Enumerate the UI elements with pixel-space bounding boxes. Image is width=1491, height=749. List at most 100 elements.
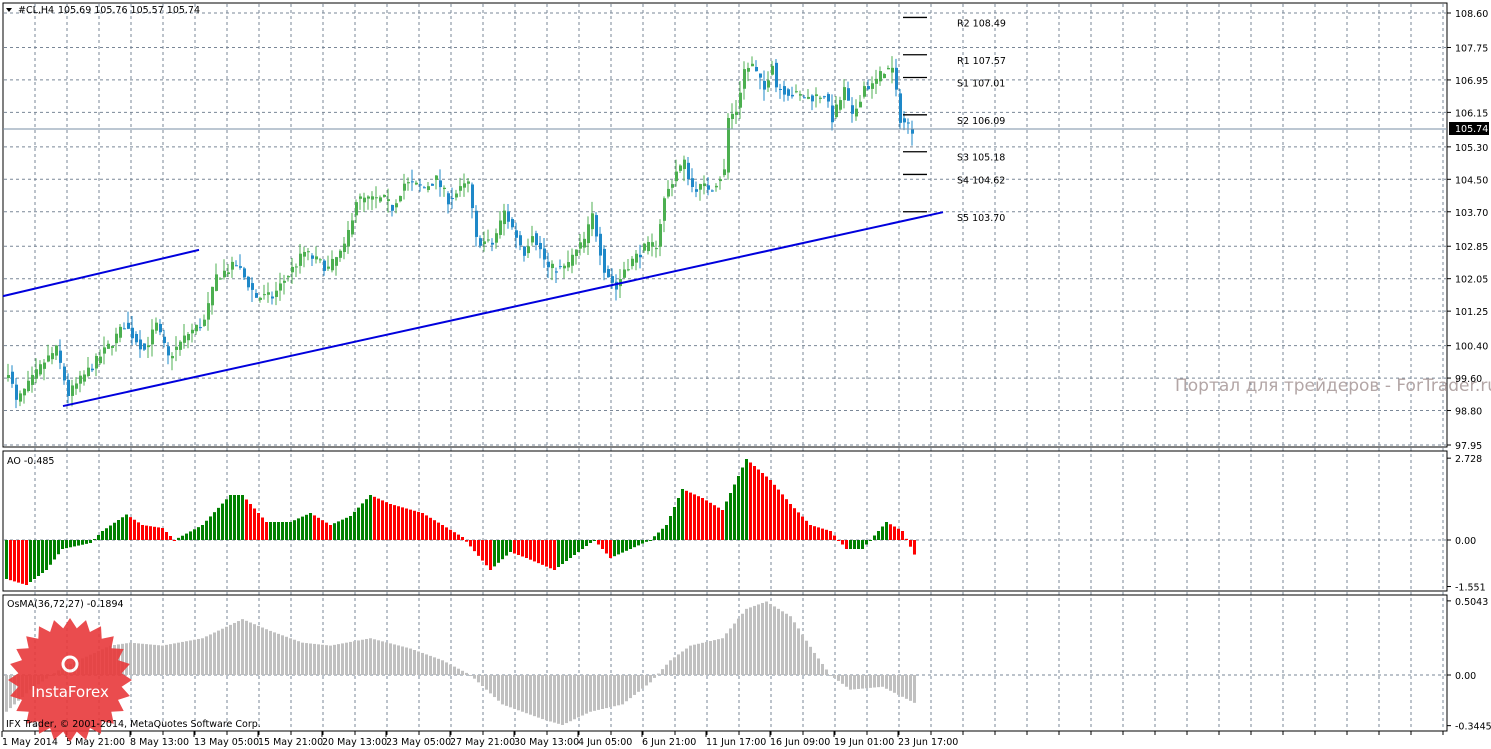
watermark: Портал для трейдеров - ForTrader.ru [1175, 376, 1491, 396]
ao-bar [397, 506, 400, 540]
osma-bar [773, 606, 776, 675]
candle-body [183, 335, 186, 343]
ao-bar [845, 540, 848, 549]
candle-body [447, 193, 450, 205]
y-tick-label: 2.728 [1455, 454, 1482, 465]
upper-channel-line[interactable] [2, 248, 200, 298]
trendlines[interactable] [2, 211, 944, 408]
osma-bar [577, 675, 580, 718]
x-tick-label: 8 May 13:00 [130, 737, 189, 748]
ao-bar [289, 522, 292, 540]
osma-bar [5, 675, 8, 712]
candle-body [507, 211, 510, 222]
x-tick-label: 13 May 05:00 [194, 737, 259, 748]
candle-body [903, 118, 906, 123]
candle-body [303, 251, 306, 257]
ao-bar [741, 467, 744, 540]
osma-bar [425, 654, 428, 675]
osma-bar [197, 638, 200, 675]
osma-bar [401, 646, 404, 675]
ao-bar [569, 540, 572, 558]
candle-body [339, 250, 342, 258]
osma-bar [445, 662, 448, 675]
ao-bar [381, 500, 384, 540]
candle-body [103, 347, 106, 354]
osma-bar [737, 618, 740, 675]
ao-bar [229, 495, 232, 540]
ao-bar [885, 522, 888, 540]
y-tick-label: 106.95 [1455, 76, 1488, 87]
osma-bar [693, 644, 696, 675]
candle-body [627, 269, 630, 271]
ao-bar [213, 512, 216, 540]
candle-body [243, 268, 246, 278]
ao-bar [789, 504, 792, 540]
osma-bar [241, 619, 244, 675]
candle-body [319, 259, 322, 261]
candle-body [699, 184, 702, 190]
ao-bar [49, 540, 52, 565]
candle-body [327, 266, 330, 269]
y-tick-label: 106.15 [1455, 108, 1488, 119]
ao-bar [913, 540, 916, 555]
ao-bar [873, 535, 876, 540]
candle-body [235, 265, 238, 267]
osma-bar [137, 643, 140, 675]
ao-bar [717, 507, 720, 540]
candle-body [435, 175, 438, 180]
osma-bar [277, 633, 280, 675]
chart-window[interactable]: Портал для трейдеров - ForTrader.ru R2 1… [0, 0, 1491, 749]
osma-bar [733, 623, 736, 675]
ao-bar [361, 503, 364, 540]
ao-bar [625, 540, 628, 551]
ao-bar [85, 540, 88, 544]
candle-body [91, 368, 94, 371]
ao-bar [749, 462, 752, 540]
candle-body [755, 66, 758, 72]
candle-body [27, 380, 30, 392]
osma-bar [621, 675, 624, 705]
ao-bar [313, 515, 316, 540]
ao-bar [489, 540, 492, 570]
candle-body [691, 178, 694, 187]
ao-bar [281, 522, 284, 540]
ohlc-values: 105.69 105.76 105.57 105.74 [58, 5, 200, 16]
ao-bar [713, 505, 716, 540]
candle-body [383, 194, 386, 197]
osma-bar [845, 675, 848, 687]
candle-body [527, 246, 530, 254]
y-tick-label: 107.75 [1455, 43, 1488, 54]
ao-bar [89, 540, 92, 543]
osma-bar [625, 675, 628, 702]
ao-bar [325, 522, 328, 540]
candle-body [611, 276, 614, 283]
lower-trendline[interactable] [62, 211, 944, 408]
osma-bar [601, 675, 604, 709]
y-tick-label: 0.5043 [1455, 597, 1488, 608]
candle-body [603, 248, 606, 273]
ao-bar [693, 494, 696, 540]
osma-bar [569, 675, 572, 722]
osma-bar [529, 675, 532, 715]
candle-body [355, 202, 358, 216]
ao-bar [869, 540, 872, 541]
candle-body [715, 185, 718, 188]
ao-bar [401, 507, 404, 540]
ao-bar [881, 526, 884, 540]
ao-bar [225, 499, 228, 540]
candle-body [427, 186, 430, 190]
candle-body [503, 210, 506, 225]
candle-body [511, 219, 514, 228]
candle-body [695, 189, 698, 192]
osma-bar [365, 638, 368, 675]
ao-bar [133, 519, 136, 540]
ao-bar [577, 540, 580, 552]
triangle-down-icon[interactable] [6, 8, 12, 12]
candle-body [407, 182, 410, 184]
candle-body [83, 374, 86, 382]
candle-body [471, 184, 474, 209]
osma-bar [501, 675, 504, 705]
ao-bar [617, 540, 620, 555]
candle-body [263, 294, 266, 296]
x-tick-label: 6 Jun 21:00 [642, 737, 696, 748]
